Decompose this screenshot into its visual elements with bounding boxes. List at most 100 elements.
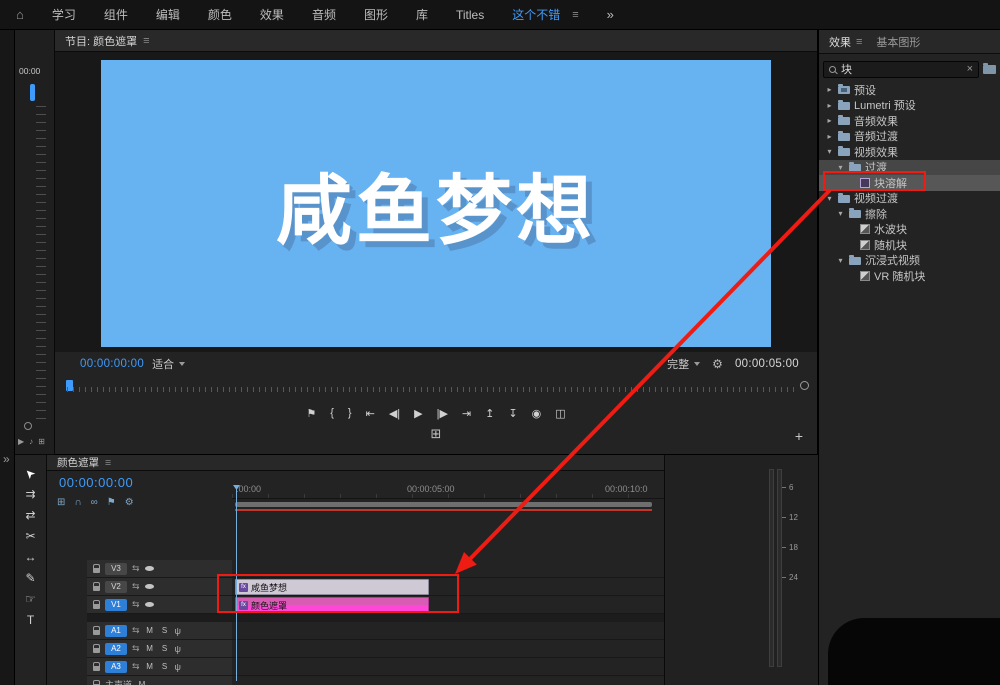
track-lane[interactable] <box>232 622 664 640</box>
source-patch-icon[interactable]: ⇆ <box>132 563 140 574</box>
timeline-clip-color-matte[interactable]: fx 颜色遮罩 <box>235 597 429 613</box>
track-lane[interactable] <box>232 676 664 685</box>
audio-icon[interactable]: ♪ <box>29 437 33 446</box>
workspace-tab[interactable]: Titles <box>456 8 484 22</box>
panel-menu-icon[interactable]: ≡ <box>105 457 111 469</box>
track-target-button[interactable]: A2 <box>105 643 127 655</box>
nest-sequence-icon[interactable]: ⊞ <box>57 497 65 508</box>
source-patch-icon[interactable]: ⇆ <box>132 661 140 672</box>
add-marker-icon[interactable]: ⚑ <box>107 497 116 508</box>
effects-tree-item[interactable]: ▸ 预设 <box>819 82 1000 98</box>
source-zoom-knob[interactable] <box>24 422 32 430</box>
twirl-arrow-icon[interactable]: ▾ <box>825 194 834 203</box>
effects-tree-item[interactable]: 随机块 <box>819 237 1000 253</box>
timeline-ruler[interactable]: :00:0000:00:05:0000:00:10:0 <box>232 483 664 499</box>
lock-icon[interactable] <box>93 604 100 609</box>
track-select-forward-tool[interactable]: ⇉ <box>25 488 35 501</box>
clear-search-icon[interactable]: × <box>967 63 973 75</box>
type-tool[interactable]: T <box>27 614 34 627</box>
button-editor-icon[interactable]: ⊞ <box>431 426 442 441</box>
mute-button[interactable]: M <box>145 644 155 653</box>
mark-out-icon[interactable]: } <box>348 407 352 419</box>
zoom-level-select[interactable]: 适合 <box>152 356 185 372</box>
effects-tree-item[interactable]: ▸ Lumetri 预设 <box>819 98 1000 114</box>
effects-tree-item[interactable]: ▾ 擦除 <box>819 206 1000 222</box>
lock-icon[interactable] <box>93 586 100 591</box>
track-lane[interactable] <box>232 640 664 658</box>
effects-tree-item[interactable]: ▾ 视频过渡 <box>819 191 1000 207</box>
timeline-settings-icon[interactable]: ⚙ <box>125 497 134 508</box>
playback-resolution-select[interactable]: 完整 <box>667 356 700 372</box>
add-button[interactable]: + <box>795 428 803 444</box>
razor-tool[interactable]: ✂ <box>25 530 35 543</box>
linked-selection-icon[interactable]: ∞ <box>91 497 98 508</box>
source-scrollbar-thumb[interactable] <box>30 84 35 101</box>
snap-icon[interactable]: ∩ <box>74 497 81 508</box>
step-forward-icon[interactable]: |▶ <box>437 407 448 420</box>
toggle-output-eye-icon[interactable] <box>145 566 154 571</box>
zoom-handle[interactable] <box>800 381 809 390</box>
lock-icon[interactable] <box>93 648 100 653</box>
play-icon[interactable]: ▶ <box>414 407 422 420</box>
tab-essential-graphics[interactable]: 基本图形 <box>876 34 920 50</box>
effects-tree-item[interactable]: ▸ 音频效果 <box>819 113 1000 129</box>
effects-tree-item[interactable]: VR 随机块 <box>819 268 1000 284</box>
mic-icon[interactable]: ψ <box>175 644 181 654</box>
solo-button[interactable]: S <box>160 662 170 671</box>
toggle-output-eye-icon[interactable] <box>145 584 154 589</box>
timeline-zoom-scrollbar[interactable] <box>235 502 652 507</box>
workspace-tab[interactable]: 学习 <box>52 6 76 23</box>
toggle-output-eye-icon[interactable] <box>145 602 154 607</box>
mic-icon[interactable]: ψ <box>175 626 181 636</box>
ripple-edit-tool[interactable]: ⇄ <box>25 509 35 522</box>
panel-menu-icon[interactable]: ≡ <box>143 35 149 47</box>
go-to-out-icon[interactable]: ⇥ <box>462 407 471 420</box>
workspace-tab[interactable]: 这个不错 <box>512 6 560 23</box>
slip-tool[interactable]: ↔ <box>25 551 37 564</box>
twirl-arrow-icon[interactable]: ▾ <box>836 256 845 265</box>
mute-button[interactable]: M <box>145 662 155 671</box>
mic-icon[interactable]: ψ <box>175 662 181 672</box>
play-icon[interactable]: ▶ <box>18 437 24 446</box>
mute-button[interactable]: M <box>145 626 155 635</box>
track-target-button[interactable]: V3 <box>105 563 127 575</box>
timeline-clip-title[interactable]: fx 咸鱼梦想 <box>235 579 429 595</box>
timeline-timecode[interactable]: 00:00:00:00 <box>59 475 133 490</box>
track-lane[interactable] <box>232 658 664 676</box>
go-to-in-icon[interactable]: ⇤ <box>366 407 375 420</box>
mute-button[interactable]: M <box>137 680 147 685</box>
home-icon[interactable]: ⌂ <box>16 7 24 22</box>
track-target-button[interactable]: A3 <box>105 661 127 673</box>
twirl-arrow-icon[interactable]: ▾ <box>836 209 845 218</box>
source-patch-icon[interactable]: ⇆ <box>132 625 140 636</box>
track-target-button[interactable]: V1 <box>105 599 127 611</box>
effects-tree-item[interactable]: ▾ 过渡 <box>819 160 1000 176</box>
effects-tree-item[interactable]: 块溶解 <box>819 175 1000 191</box>
track-divider[interactable] <box>87 614 664 622</box>
export-frame-icon[interactable]: ◉ <box>532 407 542 420</box>
workspace-tab[interactable]: 库 <box>416 6 428 23</box>
settings-grid-icon[interactable]: ⊞ <box>38 437 45 446</box>
lock-icon[interactable] <box>93 630 100 635</box>
workspace-tab[interactable]: 编辑 <box>156 6 180 23</box>
pen-tool[interactable]: ✎ <box>25 572 35 585</box>
effects-tree-item[interactable]: ▾ 沉浸式视频 <box>819 253 1000 269</box>
source-patch-icon[interactable]: ⇆ <box>132 581 140 592</box>
new-custom-bin-icon[interactable] <box>983 65 996 74</box>
track-target-button[interactable]: A1 <box>105 625 127 637</box>
panel-expander-icon[interactable]: » <box>3 452 10 466</box>
twirl-arrow-icon[interactable]: ▸ <box>825 116 834 125</box>
track-lane[interactable] <box>232 560 664 578</box>
effects-tree-item[interactable]: ▸ 音频过渡 <box>819 129 1000 145</box>
program-scrubber[interactable] <box>55 378 817 394</box>
twirl-arrow-icon[interactable]: ▾ <box>836 163 845 172</box>
wrench-icon[interactable]: ⚙ <box>712 357 723 371</box>
lock-icon[interactable] <box>93 666 100 671</box>
effects-tree-item[interactable]: 水波块 <box>819 222 1000 238</box>
solo-button[interactable]: S <box>160 644 170 653</box>
workspace-tab[interactable]: 颜色 <box>208 6 232 23</box>
extract-icon[interactable]: ↧ <box>508 407 517 420</box>
comparison-view-icon[interactable]: ◫ <box>555 407 565 420</box>
hand-tool[interactable]: ☞ <box>25 593 36 606</box>
workspace-tab[interactable]: 音频 <box>312 6 336 23</box>
